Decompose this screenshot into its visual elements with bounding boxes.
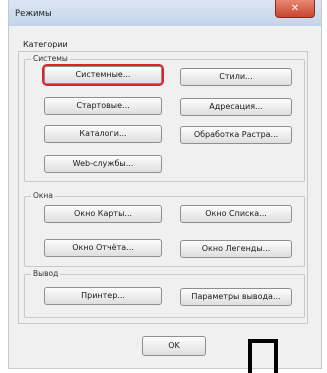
map-window-button[interactable]: Окно Карты... <box>44 205 162 223</box>
system-settings-button[interactable]: Системные... <box>44 66 162 84</box>
title-bar: Режимы ✕ <box>9 0 321 26</box>
printer-button[interactable]: Принтер... <box>44 287 162 305</box>
output-group-title: Вывод <box>31 269 61 279</box>
ok-button[interactable]: OK <box>142 336 206 356</box>
systems-group-title: Системы <box>31 54 70 64</box>
list-window-button[interactable]: Окно Списка... <box>180 205 292 223</box>
addressing-button[interactable]: Адресация... <box>180 98 292 116</box>
styles-button[interactable]: Стили... <box>180 68 292 86</box>
categories-label: Категории <box>23 40 68 49</box>
report-window-button[interactable]: Окно Отчёта... <box>44 239 162 257</box>
output-parameters-button[interactable]: Параметры вывода... <box>180 288 292 306</box>
web-services-button[interactable]: Web-службы... <box>44 155 162 173</box>
catalogs-button[interactable]: Каталоги... <box>44 125 162 143</box>
windows-group-title: Окна <box>31 191 55 201</box>
raster-processing-button[interactable]: Обработка Растра... <box>180 126 292 144</box>
dialog-title: Режимы <box>15 9 52 19</box>
close-icon: ✕ <box>290 3 300 14</box>
overlay-frame-mark <box>248 339 278 373</box>
close-button[interactable]: ✕ <box>275 0 315 18</box>
legend-window-button[interactable]: Окно Легенды... <box>180 240 292 258</box>
startup-button[interactable]: Стартовые... <box>44 97 162 115</box>
